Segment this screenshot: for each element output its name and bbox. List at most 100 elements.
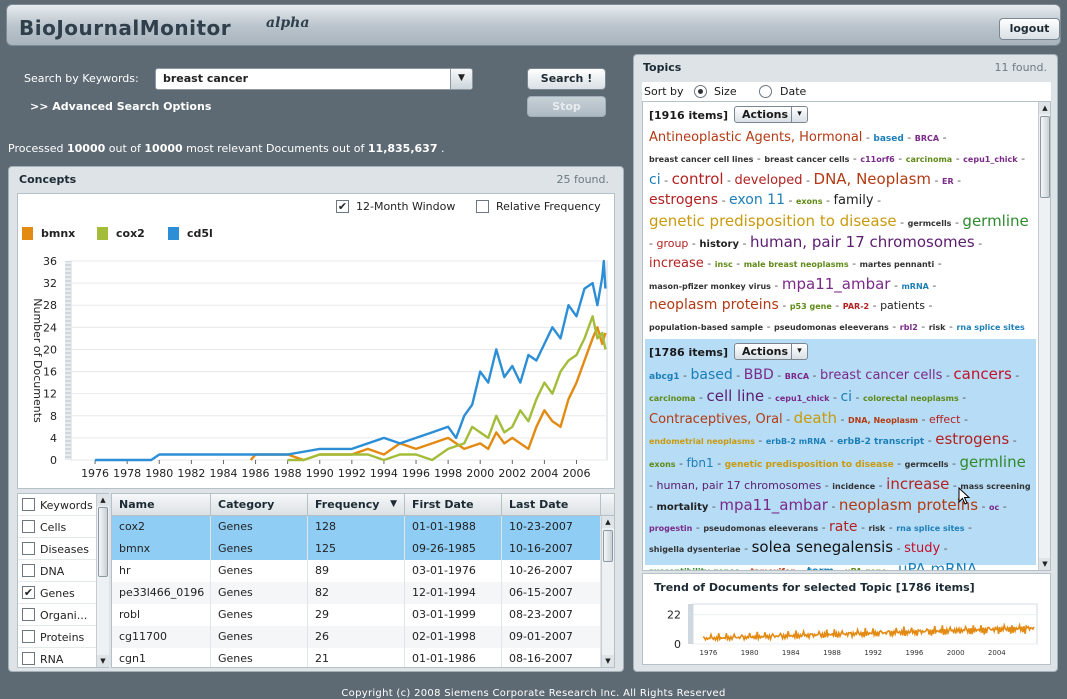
- filter-item[interactable]: Organi...: [18, 604, 96, 626]
- filter-checkbox[interactable]: [22, 498, 35, 511]
- sort-size-radio[interactable]: [694, 85, 707, 98]
- topic-term[interactable]: colorectal neoplasms: [863, 394, 959, 403]
- topic-term[interactable]: neoplasm proteins: [649, 297, 779, 313]
- topic-term[interactable]: population-based sample: [649, 323, 763, 332]
- filter-item[interactable]: DNA: [18, 560, 96, 582]
- topic-term[interactable]: increase: [649, 256, 704, 271]
- search-input[interactable]: breast cancer: [155, 68, 473, 90]
- scroll-up-icon[interactable]: ▲: [1039, 102, 1050, 114]
- topic-term[interactable]: estrogens: [649, 192, 718, 208]
- topic-term[interactable]: control: [672, 170, 724, 188]
- topic-term[interactable]: BBD: [744, 367, 774, 383]
- advanced-search-link[interactable]: >> Advanced Search Options: [30, 100, 211, 113]
- table-row[interactable]: bmnx Genes 125 09-26-1985 10-16-2007: [112, 538, 601, 560]
- sort-date-radio[interactable]: [759, 85, 772, 98]
- column-header-last-date[interactable]: Last Date: [502, 494, 601, 516]
- topic-term[interactable]: human, pair 17 chromosomes: [656, 479, 821, 492]
- topic-term[interactable]: risk: [868, 524, 885, 533]
- topic-term[interactable]: breast cancer cells: [764, 155, 849, 164]
- topic-term[interactable]: human, pair 17 chromosomes: [750, 233, 975, 251]
- topic-term[interactable]: PAR-2: [843, 302, 869, 311]
- topic-term[interactable]: mRNA: [901, 282, 928, 291]
- filter-scrollbar[interactable]: ▲ ▼: [96, 494, 109, 667]
- column-header-first-date[interactable]: First Date: [405, 494, 502, 516]
- filter-item[interactable]: ✔ Genes: [18, 582, 96, 604]
- topic-term[interactable]: cepu1_chick: [963, 155, 1017, 164]
- topic-actions-button[interactable]: Actions: [734, 570, 808, 571]
- topic-term[interactable]: based: [691, 367, 733, 383]
- topic-term[interactable]: abcg1: [649, 372, 680, 382]
- filter-checkbox[interactable]: [22, 630, 35, 643]
- table-row[interactable]: hr Genes 89 03-01-1976 10-26-2007: [112, 560, 601, 582]
- topic-term[interactable]: group: [656, 237, 688, 250]
- filter-checkbox[interactable]: [22, 520, 35, 533]
- topic-term[interactable]: exons: [649, 460, 676, 469]
- table-row[interactable]: robl Genes 29 03-01-1999 08-23-2007: [112, 604, 601, 626]
- topic-term[interactable]: effect: [929, 413, 960, 426]
- topic-term[interactable]: increase: [886, 475, 949, 493]
- topic-term[interactable]: pseudomonas eleeverans: [703, 524, 818, 533]
- filter-checkbox[interactable]: [22, 542, 35, 555]
- topic-term[interactable]: Antineoplastic Agents, Hormonal: [649, 130, 862, 145]
- topic-term[interactable]: based: [873, 134, 903, 144]
- topic-term[interactable]: male breast neoplasms: [744, 260, 849, 269]
- topic-term[interactable]: cepu1_chick: [775, 394, 829, 403]
- topics-scrollbar[interactable]: ▲ ▼: [1038, 102, 1050, 570]
- logout-button[interactable]: logout: [999, 18, 1060, 40]
- table-row[interactable]: cox2 Genes 128 01-01-1988 10-23-2007: [112, 516, 601, 538]
- topic-term[interactable]: germcells: [905, 460, 949, 469]
- topic-item[interactable]: [1428 items]Actions: [645, 566, 1036, 571]
- topic-term[interactable]: shigella dysenteriae: [649, 545, 741, 554]
- topic-term[interactable]: erbB-2 transcript: [837, 437, 924, 447]
- search-history-dropdown[interactable]: ▼: [450, 69, 472, 89]
- topic-term[interactable]: developed: [735, 173, 803, 188]
- table-row[interactable]: cg11700 Genes 26 02-01-1998 09-01-2007: [112, 626, 601, 648]
- topic-term[interactable]: DNA, Neoplasm: [814, 170, 932, 188]
- filter-checkbox[interactable]: ✔: [22, 586, 35, 599]
- scroll-down-icon[interactable]: ▼: [97, 655, 109, 667]
- topic-term[interactable]: rate: [829, 519, 857, 535]
- topic-term[interactable]: germline: [959, 453, 1025, 471]
- column-header-name[interactable]: Name: [112, 494, 211, 516]
- topic-actions-button[interactable]: Actions: [734, 106, 808, 123]
- topic-term[interactable]: mortality: [656, 502, 708, 513]
- topic-term[interactable]: martes pennanti: [860, 260, 935, 269]
- topic-term[interactable]: breast cancer cells: [820, 368, 942, 383]
- scroll-down-icon[interactable]: ▼: [602, 655, 614, 667]
- scroll-thumb[interactable]: [603, 530, 613, 562]
- topic-term[interactable]: rna splice sites: [896, 524, 964, 533]
- topic-term[interactable]: germcells: [908, 219, 952, 228]
- topic-term[interactable]: carcinoma: [906, 155, 953, 164]
- scroll-down-icon[interactable]: ▼: [1039, 558, 1050, 570]
- table-row[interactable]: pe33l466_0196 Genes 82 12-01-1994 06-15-2007: [112, 582, 601, 604]
- topic-term[interactable]: rna splice sites: [956, 323, 1024, 332]
- topic-term[interactable]: genetic predisposition to disease: [725, 460, 894, 470]
- topic-term[interactable]: ci: [840, 389, 852, 405]
- topic-term[interactable]: oc: [989, 503, 999, 512]
- topic-term[interactable]: exon 11: [729, 192, 785, 208]
- topic-term[interactable]: patients: [880, 299, 925, 312]
- topic-term[interactable]: genetic predisposition to disease: [649, 212, 897, 230]
- search-button[interactable]: Search !: [527, 68, 606, 90]
- topic-term[interactable]: progestin: [649, 524, 692, 533]
- topic-term[interactable]: incidence: [832, 482, 875, 491]
- topic-term[interactable]: mpa11_ambar: [719, 496, 828, 514]
- topic-term[interactable]: death: [794, 409, 837, 427]
- topic-term[interactable]: pseudomonas eleeverans: [774, 323, 889, 332]
- topic-term[interactable]: cancers: [953, 365, 1011, 383]
- filter-item[interactable]: Diseases: [18, 538, 96, 560]
- topic-term[interactable]: rbl2: [900, 323, 918, 332]
- stop-button[interactable]: Stop: [527, 96, 606, 117]
- topic-term[interactable]: germline: [962, 212, 1028, 230]
- filter-item[interactable]: RNA: [18, 648, 96, 670]
- table-scrollbar[interactable]: ▲ ▼: [601, 516, 614, 667]
- column-header-category[interactable]: Category: [211, 494, 308, 516]
- topic-term[interactable]: DNA, Neoplasm: [848, 416, 918, 425]
- topic-term[interactable]: BRCA: [785, 372, 809, 381]
- topic-term[interactable]: history: [699, 239, 739, 250]
- filter-checkbox[interactable]: [22, 564, 35, 577]
- filter-item[interactable]: Proteins: [18, 626, 96, 648]
- scroll-up-icon[interactable]: ▲: [602, 516, 614, 528]
- topic-term[interactable]: c11orf6: [860, 155, 894, 164]
- topic-term[interactable]: solea senegalensis: [752, 538, 894, 556]
